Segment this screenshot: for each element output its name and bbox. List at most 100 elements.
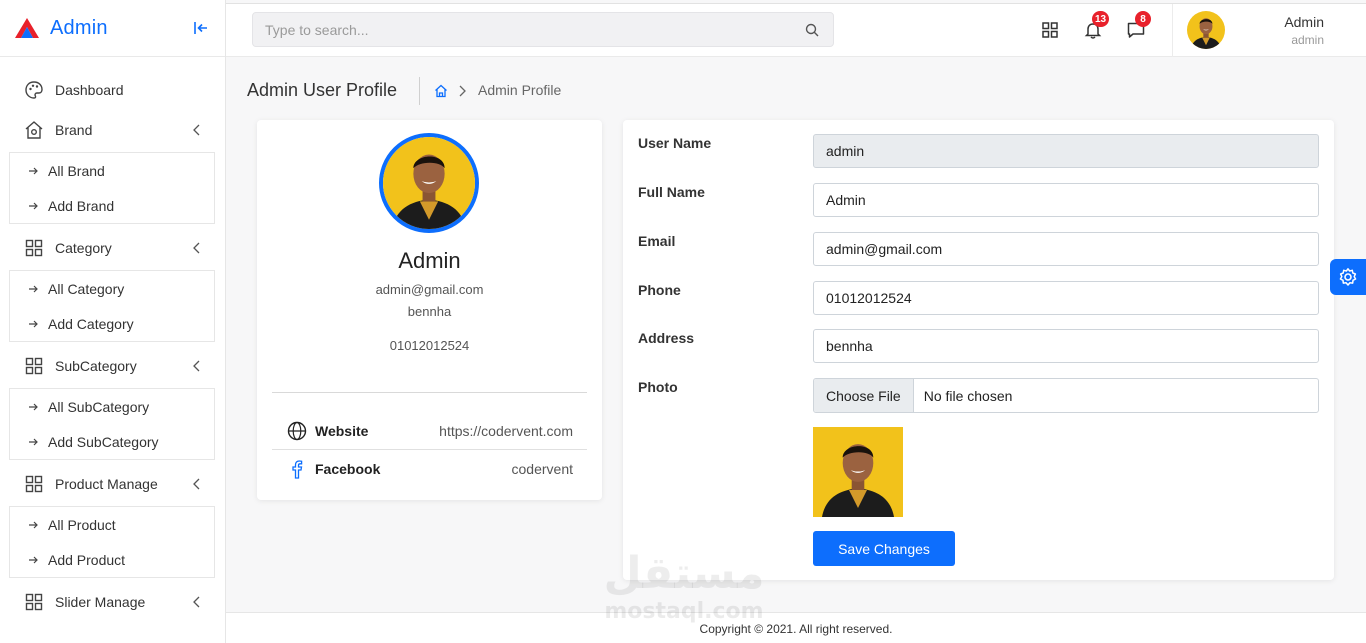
sidebar-item-subcategory[interactable]: SubCategory [0, 346, 225, 386]
messages-button[interactable]: 8 [1126, 11, 1151, 40]
fullname-label: Full Name [638, 184, 705, 200]
phone-label: Phone [638, 282, 681, 298]
profile-avatar [379, 133, 479, 233]
email-field[interactable] [813, 232, 1319, 266]
sidebar-subitem-label: Add Product [48, 551, 126, 568]
user-menu[interactable]: Admin admin [1172, 4, 1366, 57]
palette-icon [24, 80, 44, 100]
sidebar-subitem-add-category[interactable]: Add Category [10, 306, 214, 341]
divider [272, 392, 587, 393]
globe-icon [287, 421, 307, 441]
profile-phone: 01012012524 [389, 338, 470, 353]
facebook-label: Facebook [315, 460, 381, 477]
sidebar-subitem-label: All Category [48, 280, 125, 297]
sidebar-subitem-all-product[interactable]: All Product [10, 507, 214, 542]
grid-icon [1042, 22, 1058, 38]
arrow-right-icon [29, 167, 38, 174]
grid-icon [24, 356, 44, 376]
chevron-left-icon [193, 596, 200, 608]
facebook-row: Facebook codervent [272, 450, 587, 487]
messages-badge: 8 [1135, 11, 1151, 27]
arrow-right-icon [29, 285, 38, 292]
gear-icon [1339, 268, 1357, 286]
sidebar-subitem-label: Add Brand [48, 197, 115, 214]
facebook-link[interactable]: codervent [512, 461, 573, 477]
sidebar-menu: Dashboard Brand All Brand Add Brand Cate… [0, 57, 225, 622]
home-icon[interactable] [434, 84, 448, 98]
website-link[interactable]: https://codervent.com [439, 423, 573, 439]
arrow-right-icon [29, 521, 38, 528]
photo-label: Photo [638, 379, 678, 395]
notifications-badge: 13 [1092, 11, 1110, 27]
photo-file-input: Choose File No file chosen [813, 378, 1319, 413]
chevron-left-icon [193, 478, 200, 490]
email-label: Email [638, 233, 676, 249]
user-name: Admin [1284, 14, 1324, 30]
chevron-left-icon [193, 360, 200, 372]
apps-button[interactable] [1040, 20, 1060, 40]
sidebar-subitem-all-brand[interactable]: All Brand [10, 153, 214, 188]
sidebar-subitem-add-product[interactable]: Add Product [10, 542, 214, 577]
user-role: admin [1291, 33, 1324, 47]
sidebar-subitem-all-subcategory[interactable]: All SubCategory [10, 389, 214, 424]
grid-icon [24, 592, 44, 612]
sidebar-subitem-label: All Brand [48, 162, 105, 179]
collapse-sidebar-icon[interactable] [193, 20, 209, 36]
sidebar-subitem-add-brand[interactable]: Add Brand [10, 188, 214, 223]
search-box [252, 12, 834, 47]
footer: Copyright © 2021. All right reserved. [226, 612, 1366, 643]
website-row: Website https://codervent.com [272, 413, 587, 450]
sidebar-item-label: SubCategory [55, 358, 137, 374]
sidebar-item-product-manage[interactable]: Product Manage [0, 464, 225, 504]
breadcrumb: Admin Profile [478, 82, 562, 98]
sidebar-subitem-label: Add SubCategory [48, 433, 159, 450]
sidebar: Admin Dashboard Brand All Brand Add Bran… [0, 0, 226, 643]
profile-card: Admin admin@gmail.com bennha 01012012524… [257, 120, 602, 500]
sidebar-item-label: Dashboard [55, 82, 124, 98]
app-title: Admin [50, 16, 108, 39]
copyright-text: Copyright © 2021. All right reserved. [699, 622, 893, 636]
home-icon [24, 120, 44, 140]
fullname-field[interactable] [813, 183, 1319, 217]
page-title: Admin User Profile [247, 80, 398, 100]
arrow-right-icon [29, 403, 38, 410]
website-label: Website [315, 423, 369, 439]
photo-preview [813, 427, 903, 517]
profile-email: admin@gmail.com [375, 282, 484, 297]
brand-header: Admin [0, 0, 225, 57]
sidebar-subitem-add-subcategory[interactable]: Add SubCategory [10, 424, 214, 459]
sidebar-item-category[interactable]: Category [0, 228, 225, 268]
choose-file-button[interactable]: Choose File [814, 379, 914, 412]
search-icon[interactable] [805, 23, 819, 37]
arrow-right-icon [29, 320, 38, 327]
subcategory-submenu: All SubCategory Add SubCategory [9, 388, 215, 460]
grid-icon [24, 238, 44, 258]
sidebar-subitem-all-category[interactable]: All Category [10, 271, 214, 306]
address-field[interactable] [813, 329, 1319, 363]
facebook-icon [287, 459, 307, 479]
notifications-button[interactable]: 13 [1083, 11, 1110, 40]
sidebar-subitem-label: Add Category [48, 315, 134, 332]
avatar [1187, 11, 1225, 49]
topbar: 13 8 Admin admin [226, 3, 1366, 57]
sidebar-item-dashboard[interactable]: Dashboard [0, 70, 225, 110]
sidebar-subitem-label: All Product [48, 516, 116, 533]
arrow-right-icon [29, 202, 38, 209]
sidebar-item-label: Brand [55, 122, 93, 138]
chevron-right-icon [459, 85, 466, 97]
divider [419, 77, 420, 105]
arrow-right-icon [29, 556, 38, 563]
search-input[interactable] [253, 13, 833, 46]
arrow-right-icon [29, 438, 38, 445]
sidebar-item-label: Category [55, 240, 112, 256]
phone-field[interactable] [813, 281, 1319, 315]
chevron-left-icon [193, 242, 200, 254]
sidebar-item-brand[interactable]: Brand [0, 110, 225, 150]
sidebar-item-slider-manage[interactable]: Slider Manage [0, 582, 225, 622]
username-field[interactable] [813, 134, 1319, 168]
chevron-left-icon [193, 124, 200, 136]
settings-button[interactable] [1330, 259, 1366, 295]
save-changes-button[interactable]: Save Changes [813, 531, 955, 566]
grid-icon [24, 474, 44, 494]
category-submenu: All Category Add Category [9, 270, 215, 342]
